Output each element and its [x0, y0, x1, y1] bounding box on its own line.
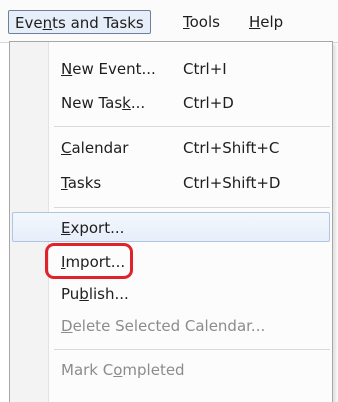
menu-item-publish[interactable]: Publish... — [12, 279, 330, 309]
menu-separator — [54, 349, 330, 350]
menu-item-label: Mark Completed — [61, 361, 185, 379]
menu-item-shortcut: Ctrl+Shift+C — [183, 139, 280, 157]
menu-item-label: Export... — [61, 219, 125, 237]
menu-bar: Events and Tasks Tools Help — [0, 0, 338, 43]
menu-item-shortcut: Ctrl+Shift+D — [183, 174, 281, 192]
menu-item-label: Delete Selected Calendar... — [61, 317, 266, 335]
menu-item-label: New Event... — [61, 60, 156, 78]
menu-item-label: Calendar — [61, 139, 129, 157]
menu-item-new-event[interactable]: New Event... Ctrl+I — [12, 54, 330, 84]
menu-item-shortcut: Ctrl+D — [183, 94, 234, 112]
events-and-tasks-menu[interactable]: Events and Tasks — [8, 10, 151, 34]
menu-item-export[interactable]: Export... — [12, 212, 330, 242]
menu-item-delete-selected-calendar[interactable]: Delete Selected Calendar... — [12, 311, 330, 341]
menu-item-shortcut: Ctrl+I — [183, 60, 227, 78]
menu-item-label: Publish... — [61, 285, 129, 303]
menu-item-label: Tasks — [61, 174, 102, 192]
menu-item-calendar[interactable]: Calendar Ctrl+Shift+C — [12, 133, 330, 163]
menu-item-new-task[interactable]: New Task... Ctrl+D — [12, 88, 330, 118]
menu-item-mark-completed[interactable]: Mark Completed — [12, 355, 330, 385]
menu-item-label: New Task... — [61, 94, 146, 112]
menu-item-tasks[interactable]: Tasks Ctrl+Shift+D — [12, 168, 330, 198]
export-highlight-callout — [45, 243, 133, 279]
help-menu[interactable]: Help — [243, 10, 289, 34]
menu-separator — [54, 207, 330, 208]
menu-separator — [54, 126, 330, 127]
tools-menu[interactable]: Tools — [177, 10, 226, 34]
events-and-tasks-dropdown: New Event... Ctrl+I New Task... Ctrl+D C… — [9, 41, 333, 402]
